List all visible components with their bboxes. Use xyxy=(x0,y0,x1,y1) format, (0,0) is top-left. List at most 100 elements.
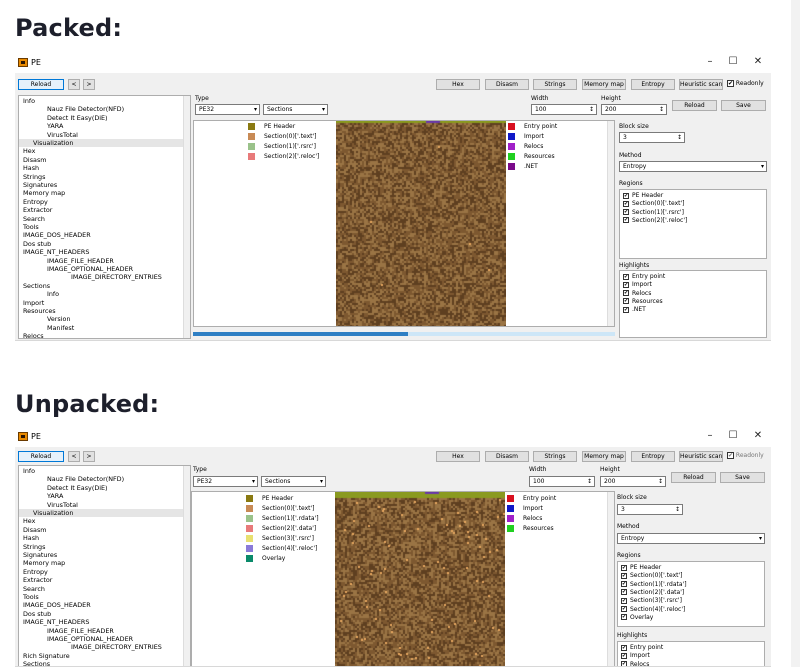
maximize-icon[interactable]: ☐ xyxy=(726,56,740,67)
tree-item[interactable]: Visualization xyxy=(19,509,184,517)
visualization-canvas[interactable]: PE Header Section(0)['.text'] Section(1)['… xyxy=(191,491,615,666)
tree-item[interactable]: IMAGE_DIRECTORY_ENTRIES xyxy=(71,643,162,651)
regions-list[interactable]: ✔ PE Header ✔ Section(0)['.text'] ✔ Section(1… xyxy=(617,561,765,627)
memory-map-button[interactable]: Memory map xyxy=(582,451,626,462)
tree-item[interactable]: Info xyxy=(47,290,59,298)
view-select[interactable]: Sections xyxy=(263,104,328,115)
tree-item[interactable]: Rich Signature xyxy=(23,652,70,660)
type-select[interactable]: PE32 xyxy=(193,476,258,487)
tree-item[interactable]: IMAGE_NT_HEADERS xyxy=(23,618,89,626)
checkbox-item[interactable]: ✔ Relocs xyxy=(623,290,651,297)
tree-item[interactable]: Resources xyxy=(23,307,56,315)
checkbox-item[interactable]: ✔ PE Header xyxy=(623,192,663,199)
close-icon[interactable]: ✕ xyxy=(751,56,765,67)
checkbox-item[interactable]: ✔ Entry point xyxy=(623,273,665,280)
tree-item[interactable]: Strings xyxy=(23,543,45,551)
entropy-button[interactable]: Entropy xyxy=(631,79,675,90)
tree-item[interactable]: Info xyxy=(23,467,35,475)
tree-item[interactable]: IMAGE_DOS_HEADER xyxy=(23,601,91,609)
tree-item[interactable]: Dos stub xyxy=(23,610,51,618)
canvas-scrollbar[interactable] xyxy=(607,492,614,666)
tree-item[interactable]: IMAGE_FILE_HEADER xyxy=(47,627,114,635)
heuristic-scan-button[interactable]: Heuristic scan xyxy=(679,79,723,90)
scrollbar-thumb[interactable] xyxy=(193,332,409,336)
horizontal-scrollbar[interactable] xyxy=(193,332,615,336)
tree-item[interactable]: Manifest xyxy=(47,324,74,332)
width-spinbox[interactable]: 100 xyxy=(529,476,595,487)
checkbox-item[interactable]: ✔ Import xyxy=(623,281,652,288)
hex-button[interactable]: Hex xyxy=(436,451,480,462)
reload-image-button[interactable]: Reload xyxy=(671,472,716,483)
checkbox-item[interactable]: ✔ Section(1)['.rsrc'] xyxy=(623,209,684,216)
tree-item[interactable]: Nauz File Detector(NFD) xyxy=(47,475,124,483)
tree-item[interactable]: Sections xyxy=(23,660,50,666)
block-size-spinbox[interactable]: 3 xyxy=(619,132,685,143)
tree-view[interactable]: Info Nauz File Detector(NFD) Detect It Eas… xyxy=(18,95,191,339)
forward-button[interactable]: > xyxy=(83,79,95,90)
tree-item[interactable]: IMAGE_NT_HEADERS xyxy=(23,248,89,256)
disasm-button[interactable]: Disasm xyxy=(485,79,529,90)
reload-button[interactable]: Reload xyxy=(18,79,64,90)
back-button[interactable]: < xyxy=(68,451,80,462)
tree-item[interactable]: YARA xyxy=(47,492,63,500)
save-button[interactable]: Save xyxy=(720,472,765,483)
tree-item[interactable]: Visualization xyxy=(19,139,184,147)
tree-item[interactable]: Hex xyxy=(23,147,35,155)
hex-button[interactable]: Hex xyxy=(436,79,480,90)
tree-scrollbar[interactable] xyxy=(183,466,190,666)
reload-image-button[interactable]: Reload xyxy=(672,100,717,111)
back-button[interactable]: < xyxy=(68,79,80,90)
checkbox-item[interactable]: ✔ Section(4)['.reloc'] xyxy=(621,606,685,613)
close-icon[interactable]: ✕ xyxy=(751,430,765,441)
tree-item[interactable]: Version xyxy=(47,315,71,323)
block-size-spinbox[interactable]: 3 xyxy=(617,504,683,515)
checkbox-item[interactable]: ✔ Section(2)['.reloc'] xyxy=(623,217,687,224)
view-select[interactable]: Sections xyxy=(261,476,326,487)
tree-item[interactable]: Extractor xyxy=(23,206,52,214)
checkbox-item[interactable]: ✔ Section(1)['.rdata'] xyxy=(621,581,687,588)
method-select[interactable]: Entropy xyxy=(619,161,767,172)
tree-item[interactable]: VirusTotal xyxy=(47,131,78,139)
tree-item[interactable]: Extractor xyxy=(23,576,52,584)
tree-item[interactable]: Tools xyxy=(23,593,39,601)
tree-item[interactable]: Search xyxy=(23,215,45,223)
tree-item[interactable]: Memory map xyxy=(23,559,65,567)
strings-button[interactable]: Strings xyxy=(533,79,577,90)
tree-item[interactable]: Disasm xyxy=(23,156,47,164)
checkbox-item[interactable]: ✔ PE Header xyxy=(621,564,661,571)
type-select[interactable]: PE32 xyxy=(195,104,260,115)
tree-item[interactable]: VirusTotal xyxy=(47,501,78,509)
tree-item[interactable]: IMAGE_DOS_HEADER xyxy=(23,231,91,239)
tree-item[interactable]: IMAGE_FILE_HEADER xyxy=(47,257,114,265)
tree-item[interactable]: Nauz File Detector(NFD) xyxy=(47,105,124,113)
method-select[interactable]: Entropy xyxy=(617,533,765,544)
visualization-canvas[interactable]: PE Header Section(0)['.text'] Section(1)['… xyxy=(193,120,615,327)
readonly-checkbox[interactable]: ✔ Readonly xyxy=(727,452,764,459)
checkbox-item[interactable]: ✔ Entry point xyxy=(621,644,663,651)
height-spinbox[interactable]: 200 xyxy=(601,104,667,115)
tree-item[interactable]: YARA xyxy=(47,122,63,130)
checkbox-item[interactable]: ✔ .NET xyxy=(623,306,646,313)
regions-list[interactable]: ✔ PE Header ✔ Section(0)['.text'] ✔ Section(1… xyxy=(619,189,767,259)
checkbox-item[interactable]: ✔ Relocs xyxy=(621,661,649,666)
strings-button[interactable]: Strings xyxy=(533,451,577,462)
checkbox-item[interactable]: ✔ Section(0)['.text'] xyxy=(621,572,683,579)
tree-scrollbar[interactable] xyxy=(183,96,190,338)
tree-item[interactable]: Signatures xyxy=(23,181,57,189)
tree-item[interactable]: Entropy xyxy=(23,198,48,206)
tree-item[interactable]: Memory map xyxy=(23,189,65,197)
page-scrollbar[interactable] xyxy=(791,0,800,667)
tree-item[interactable]: IMAGE_OPTIONAL_HEADER xyxy=(47,265,133,273)
checkbox-item[interactable]: ✔ Section(2)['.data'] xyxy=(621,589,684,596)
highlights-list[interactable]: ✔ Entry point ✔ Import ✔ Relocs ✔ Resources ✔ .NE… xyxy=(619,270,767,338)
heuristic-scan-button[interactable]: Heuristic scan xyxy=(679,451,723,462)
tree-item[interactable]: IMAGE_OPTIONAL_HEADER xyxy=(47,635,133,643)
tree-item[interactable]: IMAGE_DIRECTORY_ENTRIES xyxy=(71,273,162,281)
highlights-list[interactable]: ✔ Entry point ✔ Import ✔ Relocs xyxy=(617,641,765,666)
tree-item[interactable]: Hash xyxy=(23,164,39,172)
entropy-button[interactable]: Entropy xyxy=(631,451,675,462)
checkbox-item[interactable]: ✔ Section(3)['.rsrc'] xyxy=(621,597,682,604)
tree-item[interactable]: Dos stub xyxy=(23,240,51,248)
tree-item[interactable]: Relocs xyxy=(23,332,44,338)
tree-item[interactable]: Tools xyxy=(23,223,39,231)
